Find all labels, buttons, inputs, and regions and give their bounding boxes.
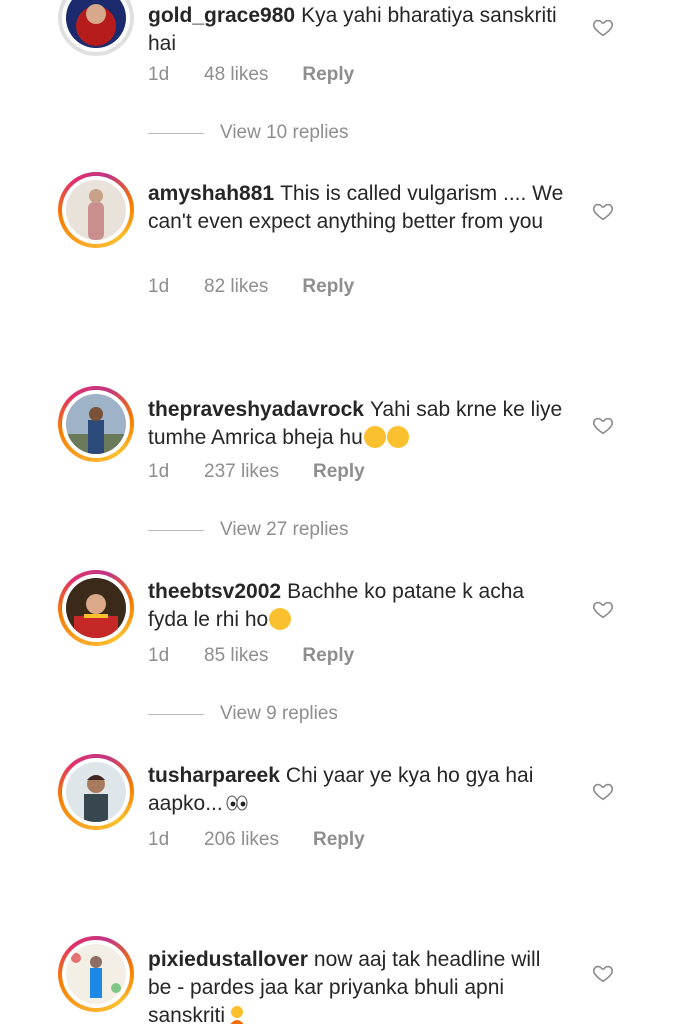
avatar[interactable] bbox=[58, 936, 134, 1012]
view-replies-button[interactable]: View 10 replies bbox=[148, 122, 349, 144]
comment-username[interactable]: gold_grace980 bbox=[148, 4, 295, 27]
view-replies-label: View 27 replies bbox=[220, 519, 349, 540]
avatar[interactable] bbox=[58, 172, 134, 248]
reply-button[interactable]: Reply bbox=[302, 276, 354, 298]
avatar-image bbox=[66, 394, 126, 454]
face-with-tears-of-joy-emoji bbox=[386, 426, 409, 448]
heart-icon[interactable] bbox=[592, 414, 614, 436]
comment-time: 1d bbox=[148, 276, 170, 297]
avatar[interactable] bbox=[58, 754, 134, 830]
comment-meta: 1d 85 likes Reply bbox=[148, 645, 354, 667]
comment-time: 1d bbox=[148, 461, 170, 482]
comment-meta: 1d 48 likes Reply bbox=[148, 64, 354, 86]
eyes-emoji bbox=[224, 792, 250, 814]
reply-button[interactable]: Reply bbox=[302, 645, 354, 667]
heart-icon[interactable] bbox=[592, 16, 614, 38]
comment-time: 1d bbox=[148, 829, 170, 850]
view-replies-label: View 10 replies bbox=[220, 122, 349, 143]
comment-username[interactable]: theebtsv2002 bbox=[148, 580, 281, 603]
avatar[interactable] bbox=[58, 0, 134, 56]
avatar-image bbox=[66, 180, 126, 240]
avatar[interactable] bbox=[58, 386, 134, 462]
comment-username[interactable]: amyshah881 bbox=[148, 182, 274, 205]
comment-username[interactable]: tusharpareek bbox=[148, 764, 280, 787]
reply-button[interactable]: Reply bbox=[313, 829, 365, 851]
comment-likes[interactable]: 48 likes bbox=[204, 64, 268, 86]
face-with-tears-of-joy-emoji bbox=[269, 608, 292, 630]
avatar-image bbox=[66, 578, 126, 638]
heart-icon[interactable] bbox=[592, 598, 614, 620]
comment-likes[interactable]: 85 likes bbox=[204, 645, 268, 667]
comment-username[interactable]: thepraveshyadavrock bbox=[148, 398, 364, 421]
comment-likes[interactable]: 237 likes bbox=[204, 461, 279, 483]
view-replies-label: View 9 replies bbox=[220, 703, 338, 724]
divider bbox=[148, 713, 204, 715]
face-with-tears-of-joy-emoji bbox=[363, 426, 386, 448]
reply-button[interactable]: Reply bbox=[313, 461, 365, 483]
comment-meta: 1d 82 likes Reply bbox=[148, 276, 354, 298]
comment-likes[interactable]: 206 likes bbox=[204, 829, 279, 851]
comment-time: 1d bbox=[148, 64, 170, 85]
reply-button[interactable]: Reply bbox=[302, 64, 354, 86]
heart-icon[interactable] bbox=[592, 962, 614, 984]
avatar-image bbox=[66, 944, 126, 1004]
avatar-image bbox=[66, 762, 126, 822]
avatar-image bbox=[66, 0, 126, 48]
comment-username[interactable]: pixiedustallover bbox=[148, 948, 308, 971]
heart-icon[interactable] bbox=[592, 200, 614, 222]
comment-meta: 1d 206 likes Reply bbox=[148, 829, 365, 851]
divider bbox=[148, 529, 204, 531]
comment-meta: 1d 237 likes Reply bbox=[148, 461, 365, 483]
divider bbox=[148, 132, 204, 134]
heart-icon[interactable] bbox=[592, 780, 614, 802]
comment-time: 1d bbox=[148, 645, 170, 666]
view-replies-button[interactable]: View 9 replies bbox=[148, 703, 338, 725]
avatar[interactable] bbox=[58, 570, 134, 646]
view-replies-button[interactable]: View 27 replies bbox=[148, 519, 349, 541]
comment-likes[interactable]: 82 likes bbox=[204, 276, 268, 298]
person-shrugging-emoji bbox=[226, 1004, 248, 1024]
